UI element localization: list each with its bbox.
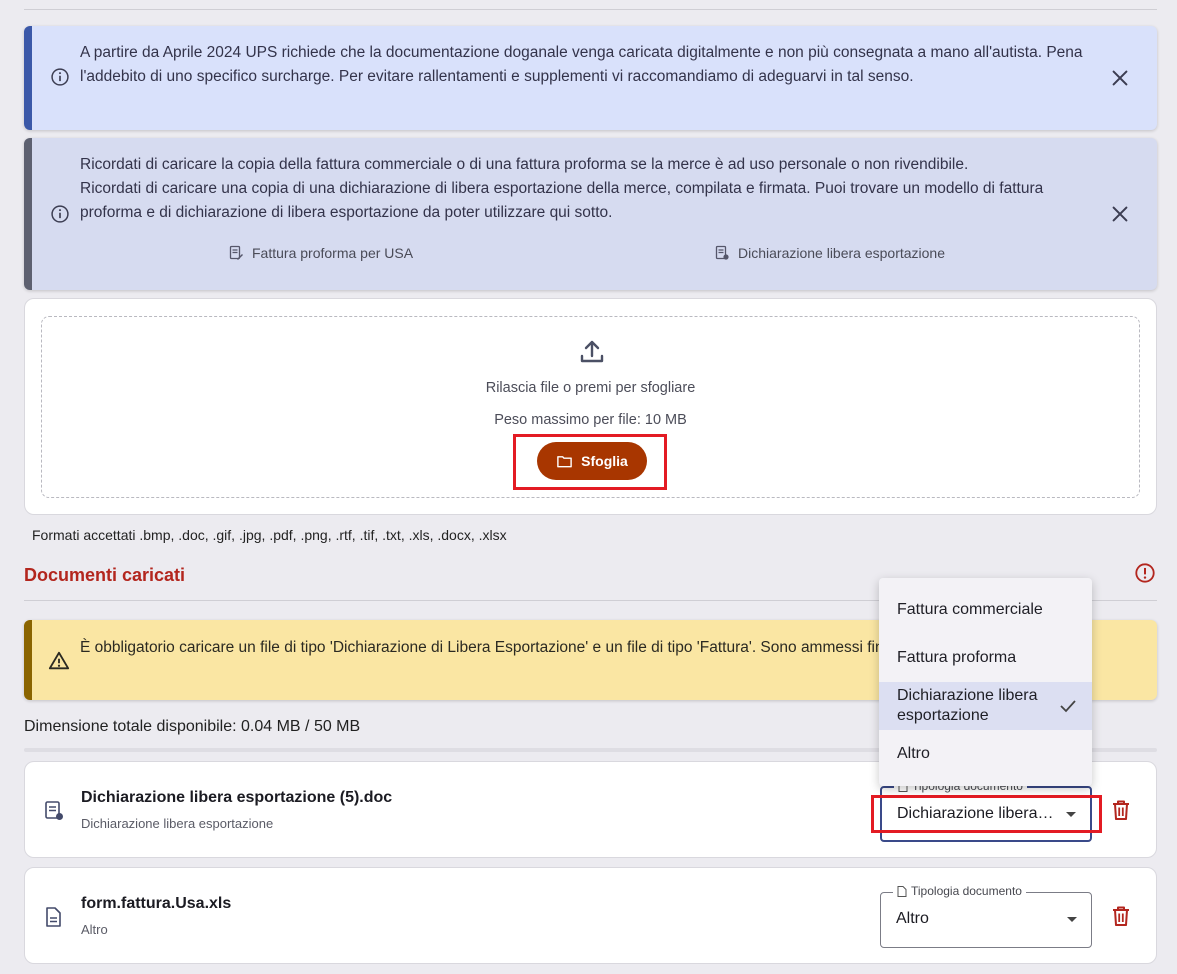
document-settings-icon [45,801,63,820]
menu-item-dichiarazione[interactable]: Dichiarazione libera esportazione [879,682,1092,730]
trash-icon[interactable] [1111,905,1131,927]
error-circle-icon [1135,563,1155,583]
total-size-available: Dimensione totale disponibile: 0.04 MB /… [24,718,361,735]
document-file-name: form.fattura.Usa.xls [81,895,232,912]
folder-icon [557,455,572,467]
select-value: Dichiarazione libera esportazione [897,805,1057,822]
info-icon [51,68,69,86]
dropzone-instructions: Rilascia file o premi per sfogliare [485,380,696,396]
ups-notice-text: A partire da Aprile 2024 UPS richiede ch… [80,44,1083,85]
uploaded-documents-title: Documenti caricati [24,565,186,585]
select-value: Altro [896,910,929,927]
chevron-down-icon [1066,812,1076,817]
warning-triangle-icon [48,651,70,670]
max-file-size: Peso massimo per file: 10 MB [494,412,687,428]
upload-icon [580,340,604,363]
reminder-line-2: Ricordati di caricare una copia di una d… [80,180,1044,221]
ups-info-alert: A partire da Aprile 2024 UPS richiede ch… [24,26,1157,130]
trash-icon[interactable] [1111,799,1131,821]
document-type-caption: Dichiarazione libera esportazione [81,816,274,831]
document-settings-icon [715,245,729,260]
declaration-template-link[interactable]: Dichiarazione libera esportazione [714,245,945,261]
select-label: Tipologia documento [893,884,1026,898]
menu-item-label: Fattura proforma [897,649,1017,666]
menu-item-label: Altro [897,745,930,762]
file-dropzone[interactable]: Rilascia file o premi per sfogliare Peso… [41,316,1140,498]
document-file-name: Dichiarazione libera esportazione (5).do… [81,789,393,806]
reminder-line-1: Ricordati di caricare la copia della fat… [80,156,969,173]
upload-card: Rilascia file o premi per sfogliare Peso… [24,298,1157,515]
menu-item-label: Fattura commerciale [897,601,1043,618]
close-icon[interactable] [1109,203,1131,225]
reminder-alert: Ricordati di caricare la copia della fat… [24,138,1157,290]
alert-accent-bar [24,620,32,700]
document-icon [46,907,61,927]
alert-accent-bar [24,26,32,130]
file-icon [897,885,907,897]
proforma-template-link[interactable]: Fattura proforma per USA [228,245,413,261]
check-icon [1060,700,1076,713]
alert-accent-bar [24,138,32,290]
accepted-formats: Formati accettati .bmp, .doc, .gif, .jpg… [32,527,507,543]
menu-item-label: Dichiarazione libera esportazione [897,687,1038,724]
document-type-select[interactable]: Tipologia documento Dichiarazione libera… [880,779,1092,842]
proforma-link-label: Fattura proforma per USA [252,245,414,261]
browse-button[interactable]: Sfoglia [537,442,647,480]
document-type-caption: Altro [81,922,108,937]
select-label-text: Tipologia documento [911,884,1022,898]
declaration-link-label: Dichiarazione libera esportazione [738,245,946,261]
document-row: form.fattura.Usa.xls Altro Tipologia doc… [24,867,1157,964]
chevron-down-icon [1067,917,1077,922]
reminder-text: Ricordati di caricare la copia della fat… [80,153,1087,225]
menu-item-fattura-commerciale[interactable]: Fattura commerciale [879,586,1092,634]
top-divider [24,9,1157,10]
info-icon [51,205,69,223]
close-icon[interactable] [1109,67,1131,89]
menu-item-fattura-proforma[interactable]: Fattura proforma [879,634,1092,682]
menu-item-altro[interactable]: Altro [879,730,1092,778]
document-type-select[interactable]: Tipologia documento Altro [880,884,1092,948]
browse-button-label: Sfoglia [581,453,628,469]
document-type-menu: Fattura commerciale Fattura proforma Dic… [879,578,1092,786]
document-edit-icon [229,245,243,260]
